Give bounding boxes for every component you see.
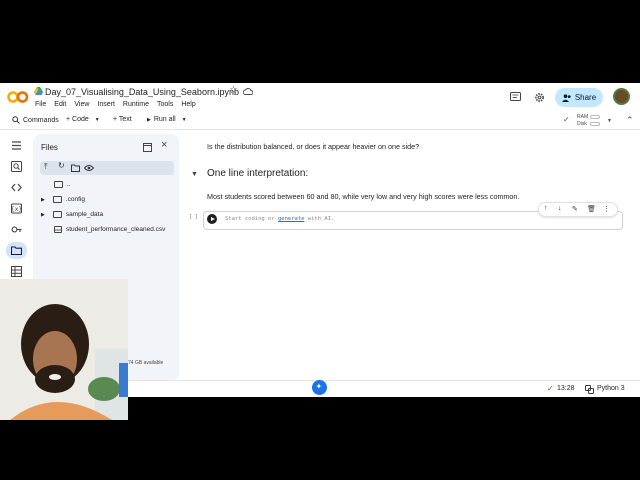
menu-edit[interactable]: Edit xyxy=(54,101,66,108)
code-cell-placeholder[interactable]: Start coding or generate with AI. xyxy=(225,216,334,222)
tree-item-csv-file[interactable]: csv student_performance_cleaned.csv xyxy=(54,226,165,233)
share-button[interactable]: Share xyxy=(555,88,603,107)
menu-runtime[interactable]: Runtime xyxy=(123,101,149,108)
kernel-label[interactable]: Python 3 xyxy=(597,385,625,392)
run-all-label: Run all xyxy=(153,116,176,123)
interpretation-text: Most students scored between 60 and 80, … xyxy=(207,192,520,201)
menu-tools[interactable]: Tools xyxy=(157,101,173,108)
run-cell-button[interactable] xyxy=(207,214,217,224)
chevron-down-icon[interactable]: ▼ xyxy=(95,117,100,123)
find-icon[interactable] xyxy=(11,161,22,172)
run-icon: ▶ xyxy=(147,116,151,123)
delete-trash-icon[interactable]: 🗑 xyxy=(587,205,596,213)
star-icon[interactable]: ☆ xyxy=(229,85,238,96)
add-text-button[interactable]: + Text xyxy=(113,116,132,123)
folder-icon xyxy=(52,211,62,218)
commands-button[interactable]: Commands xyxy=(12,116,59,124)
new-window-icon[interactable] xyxy=(143,143,152,152)
svg-text:{x}: {x} xyxy=(11,206,22,213)
code-snippets-icon[interactable] xyxy=(11,182,22,193)
cell-execution-count: [ ] xyxy=(189,214,199,220)
webcam-overlay xyxy=(0,279,128,420)
ram-label: RAM xyxy=(577,114,589,120)
disk-available-text: 74 GB available xyxy=(128,360,164,366)
gemini-assistant-button[interactable] xyxy=(312,380,327,395)
search-icon xyxy=(12,116,20,124)
tree-item-label: .. xyxy=(67,181,71,188)
tree-item-config[interactable]: ▶ .config xyxy=(41,196,85,203)
menu-bar: File Edit View Insert Runtime Tools Help xyxy=(35,101,196,108)
cloud-saved-icon xyxy=(243,88,253,95)
commands-label: Commands xyxy=(23,116,59,124)
menu-insert[interactable]: Insert xyxy=(97,101,115,108)
colab-logo[interactable] xyxy=(7,89,29,105)
disk-label: Disk xyxy=(577,121,587,127)
generate-link[interactable]: generate xyxy=(278,216,305,222)
tree-item-sample-data[interactable]: ▶ sample_data xyxy=(41,211,103,218)
drive-icon xyxy=(34,87,43,95)
placeholder-prefix: Start coding or xyxy=(225,216,278,222)
notebook-title[interactable]: Day_07_Visualising_Data_Using_Seaborn.ip… xyxy=(45,87,239,97)
close-icon[interactable]: × xyxy=(161,139,167,151)
python-icon xyxy=(585,385,594,394)
notebook-toolbar: Commands + Code ▼ + Text ▶ Run all ▼ ✓ R… xyxy=(0,114,640,130)
top-bar: Day_07_Visualising_Data_Using_Seaborn.ip… xyxy=(0,83,640,113)
disk-bar xyxy=(590,122,600,126)
files-panel-title: Files xyxy=(41,143,58,152)
secrets-key-icon[interactable] xyxy=(11,224,22,235)
settings-gear-icon[interactable] xyxy=(534,92,545,103)
more-options-icon[interactable]: ⋮ xyxy=(603,205,610,213)
move-up-icon[interactable]: ↑ xyxy=(544,205,548,212)
placeholder-suffix: with AI. xyxy=(304,216,335,222)
run-all-button[interactable]: ▶ Run all ▼ xyxy=(147,116,187,123)
tree-item-label: .config xyxy=(65,196,86,203)
notebook-content: Is the distribution balanced, or does it… xyxy=(186,130,640,397)
tree-item-parent[interactable]: .. xyxy=(54,181,71,188)
data-table-icon[interactable] xyxy=(11,266,22,277)
connected-check-icon: ✓ xyxy=(563,115,570,124)
add-code-label: + Code xyxy=(66,116,89,123)
show-hidden-eye-icon[interactable] xyxy=(84,164,94,172)
collapse-section-chevron-icon[interactable]: ▼ xyxy=(191,171,198,178)
question-text: Is the distribution balanced, or does it… xyxy=(207,142,420,151)
tree-item-label: sample_data xyxy=(65,211,104,218)
variables-icon[interactable]: {x} xyxy=(11,203,22,214)
edit-pen-icon[interactable]: ✎ xyxy=(572,205,578,213)
menu-file[interactable]: File xyxy=(35,101,46,108)
collapse-icon[interactable]: ⌃ xyxy=(626,115,634,126)
comments-icon[interactable] xyxy=(510,92,521,102)
chevron-down-icon[interactable]: ▼ xyxy=(182,117,187,123)
ram-bar xyxy=(590,115,600,119)
folder-icon xyxy=(54,181,63,188)
status-time[interactable]: 13:28 xyxy=(557,385,575,392)
table-of-contents-icon[interactable] xyxy=(11,140,22,151)
tree-item-label: student_performance_cleaned.csv xyxy=(66,226,166,233)
menu-help[interactable]: Help xyxy=(181,101,195,108)
chevron-down-icon[interactable]: ▼ xyxy=(607,118,612,124)
share-people-icon xyxy=(561,93,571,102)
share-label: Share xyxy=(574,93,597,102)
upload-icon[interactable]: ⤒ xyxy=(44,162,48,172)
mount-drive-folder-icon[interactable] xyxy=(71,164,80,172)
section-heading: One line interpretation: xyxy=(207,168,309,179)
chevron-right-icon[interactable]: ▶ xyxy=(41,212,45,218)
add-text-label: + Text xyxy=(113,116,132,123)
folder-icon[interactable] xyxy=(11,245,22,256)
cell-toolbar: ↑ ↓ ✎ 🗑 ⋮ xyxy=(538,202,618,217)
ram-disk-indicator[interactable]: RAM Disk xyxy=(577,114,588,128)
files-actions-bar: ⤒ ↻ xyxy=(40,161,174,175)
execution-check-icon: ✓ xyxy=(547,384,554,393)
video-edge-bar xyxy=(119,363,128,397)
user-avatar[interactable] xyxy=(613,88,630,105)
folder-icon xyxy=(52,196,62,203)
refresh-icon[interactable]: ↻ xyxy=(58,161,65,170)
move-down-icon[interactable]: ↓ xyxy=(558,205,562,212)
csv-file-icon: csv xyxy=(54,226,62,233)
add-code-button[interactable]: + Code ▼ xyxy=(66,116,100,123)
chevron-right-icon[interactable]: ▶ xyxy=(41,197,45,203)
presenter-video-image xyxy=(0,279,128,420)
menu-view[interactable]: View xyxy=(74,101,89,108)
